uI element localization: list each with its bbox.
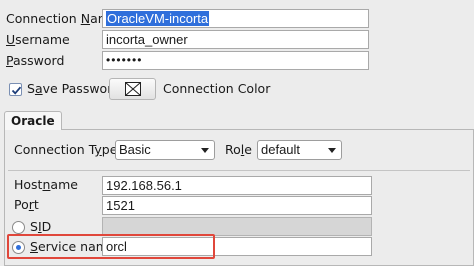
username-input[interactable]: incorta_owner — [102, 30, 369, 49]
connection-color-label: Connection Color — [163, 81, 271, 96]
password-input[interactable]: ••••••• — [102, 51, 369, 70]
tab-oracle[interactable]: Oracle — [4, 111, 62, 130]
port-label: Port — [14, 197, 39, 212]
no-color-icon — [125, 82, 141, 96]
role-value: default — [261, 142, 301, 157]
save-password-checkbox[interactable] — [9, 83, 22, 96]
connection-color-button[interactable] — [109, 78, 156, 100]
password-label: Password — [6, 53, 65, 68]
sid-label: SID — [30, 219, 52, 234]
save-password-label: Save Password — [27, 81, 121, 96]
role-select[interactable]: default — [257, 140, 342, 160]
connection-type-label: Connection Type — [14, 142, 118, 157]
highlight-box — [7, 234, 215, 259]
hostname-label: Hostname — [14, 177, 78, 192]
connection-type-select[interactable]: Basic — [115, 140, 215, 160]
connection-name-label: Connection Name — [6, 11, 118, 26]
role-label: Role — [225, 142, 252, 157]
port-input[interactable]: 1521 — [102, 196, 372, 215]
chevron-down-icon — [328, 148, 336, 153]
section-divider — [8, 170, 470, 171]
connection-name-value: OracleVM-incorta — [106, 11, 210, 26]
chevron-down-icon — [201, 148, 209, 153]
hostname-input[interactable]: 192.168.56.1 — [102, 176, 372, 195]
connection-name-input[interactable]: OracleVM-incorta — [102, 9, 369, 28]
connection-type-value: Basic — [119, 142, 151, 157]
checkmark-icon — [11, 86, 22, 95]
sid-radio[interactable] — [12, 221, 25, 234]
username-label: Username — [6, 32, 70, 47]
